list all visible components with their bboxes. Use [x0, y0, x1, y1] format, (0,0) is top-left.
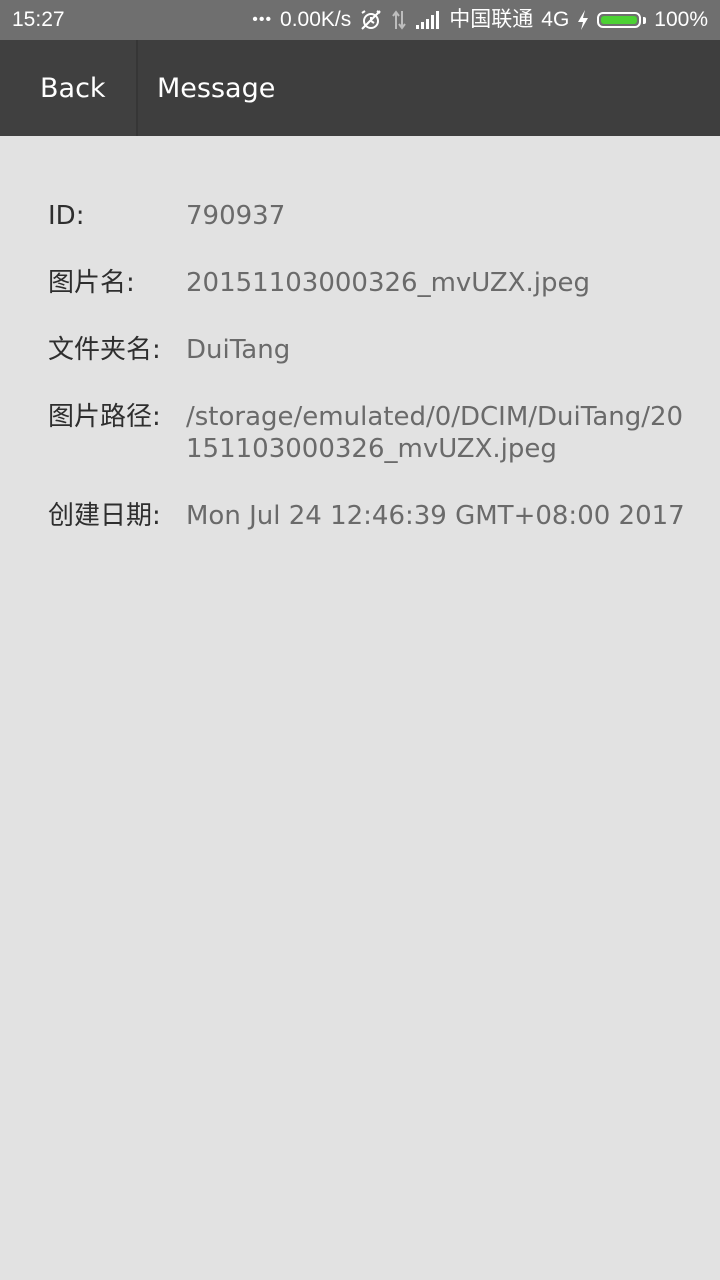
- details-list: ID: 790937 图片名: 20151103000326_mvUZX.jpe…: [48, 200, 688, 567]
- battery-fill: [601, 16, 638, 24]
- detail-row-id: ID: 790937: [48, 200, 688, 232]
- image-name-label: 图片名:: [48, 268, 135, 298]
- status-icons: ••• 0.00K/s 中国联通 4G 100%: [252, 7, 708, 33]
- more-dots-icon: •••: [252, 11, 273, 28]
- detail-row-path: 图片路径: /storage/emulated/0/DCIM/DuiTang/2…: [48, 401, 688, 465]
- date-value: Mon Jul 24 12:46:39 GMT+08:00 2017: [186, 501, 685, 531]
- id-label: ID:: [48, 201, 85, 231]
- folder-label: 文件夹名:: [48, 335, 161, 365]
- path-value: /storage/emulated/0/DCIM/DuiTang/2015110…: [186, 402, 684, 464]
- date-label: 创建日期:: [48, 501, 161, 531]
- detail-row-image-name: 图片名: 20151103000326_mvUZX.jpeg: [48, 267, 688, 299]
- charging-bolt-icon: [577, 9, 589, 31]
- detail-row-date: 创建日期: Mon Jul 24 12:46:39 GMT+08:00 2017: [48, 500, 688, 532]
- folder-value: DuiTang: [186, 335, 291, 365]
- page-title: Message: [157, 72, 276, 104]
- detail-row-folder: 文件夹名: DuiTang: [48, 334, 688, 366]
- network-type: 4G: [541, 8, 570, 31]
- back-button[interactable]: Back: [0, 40, 138, 136]
- data-arrows-icon: [391, 9, 407, 31]
- alarm-off-icon: [359, 8, 383, 32]
- battery-tip: [643, 16, 647, 24]
- image-name-value: 20151103000326_mvUZX.jpeg: [186, 268, 590, 298]
- status-time: 15:27: [12, 8, 65, 31]
- network-speed: 0.00K/s: [280, 8, 352, 31]
- battery-percent: 100%: [654, 8, 708, 31]
- battery-body: [597, 12, 642, 28]
- carrier-name: 中国联通: [449, 8, 534, 31]
- signal-icon: [415, 10, 441, 30]
- toolbar: Back Message: [0, 40, 720, 136]
- status-bar: 15:27 ••• 0.00K/s 中国联通 4G 100%: [0, 0, 720, 40]
- id-value: 790937: [186, 201, 286, 231]
- battery-icon: [597, 12, 647, 28]
- path-label: 图片路径:: [48, 402, 161, 432]
